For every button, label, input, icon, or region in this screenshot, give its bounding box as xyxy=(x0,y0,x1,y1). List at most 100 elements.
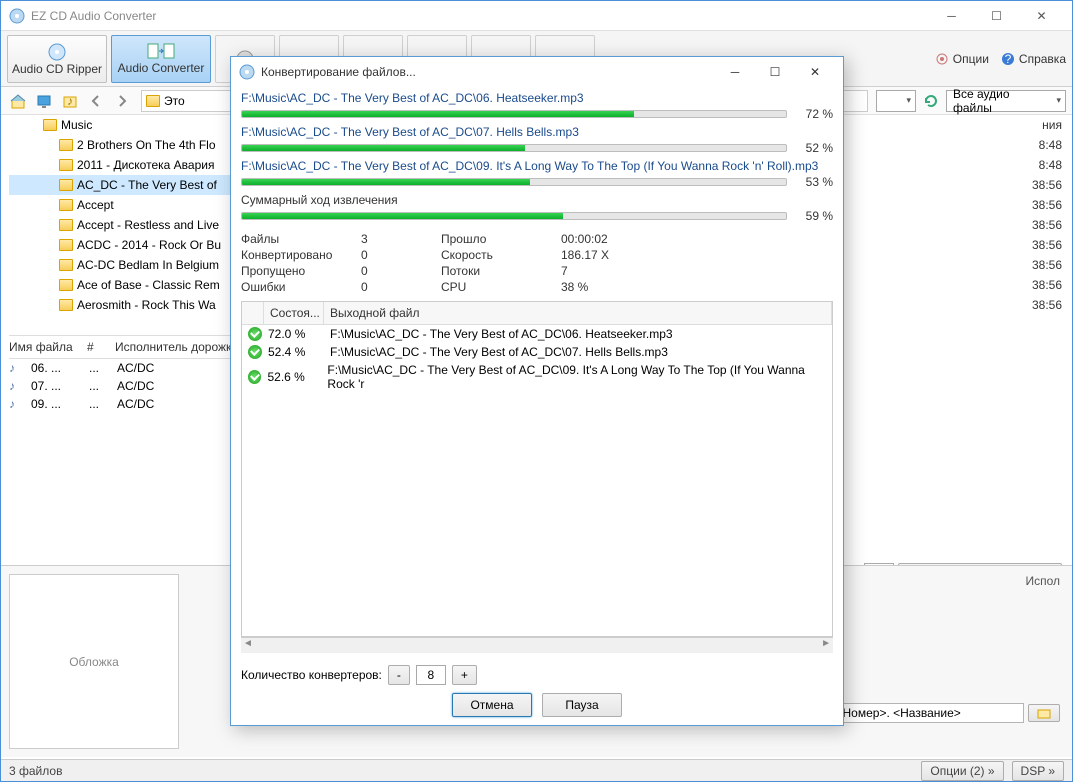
progress-percent: 53 % xyxy=(793,175,833,189)
file-row[interactable]: ♪06. ......AC/DC xyxy=(9,359,238,377)
folder-icon xyxy=(59,259,73,271)
dialog-footer: Количество конвертеров: - + Отмена Пауза xyxy=(231,657,843,725)
maximize-button[interactable]: ☐ xyxy=(974,2,1019,30)
col-num[interactable]: # xyxy=(87,340,107,354)
audio-converter-button[interactable]: Audio Converter xyxy=(111,35,211,83)
file-num: ... xyxy=(89,361,109,375)
breadcrumb-text: Это xyxy=(164,94,185,108)
disc-icon xyxy=(239,64,255,80)
cancel-button[interactable]: Отмена xyxy=(452,693,532,717)
file-name: 09. ... xyxy=(31,397,81,411)
col-artist[interactable]: Исполнитель дорожки xyxy=(115,340,238,354)
stat-label: Скорость xyxy=(441,247,561,263)
refresh-icon[interactable] xyxy=(920,90,942,112)
converter-label: Audio Converter xyxy=(118,61,205,75)
stat-value: 00:00:02 xyxy=(561,231,661,247)
conversion-dialog: Конвертирование файлов... ─ ☐ ✕ F:\Music… xyxy=(230,56,844,726)
dialog-close-button[interactable]: ✕ xyxy=(795,59,835,85)
music-folder-icon[interactable]: ♪ xyxy=(59,90,81,112)
result-row[interactable]: 52.6 % F:\Music\AC_DC - The Very Best of … xyxy=(242,361,832,393)
folder-icon xyxy=(59,279,73,291)
back-icon[interactable] xyxy=(85,90,107,112)
result-headers[interactable]: Состоя... Выходной файл xyxy=(242,302,832,325)
time-value: 38:56 xyxy=(1032,215,1062,235)
disc-icon xyxy=(47,42,67,62)
dialog-minimize-button[interactable]: ─ xyxy=(715,59,755,85)
folder-icon xyxy=(59,179,73,191)
ripper-label: Audio CD Ripper xyxy=(12,62,102,76)
desktop-icon[interactable] xyxy=(33,90,55,112)
col-state[interactable]: Состоя... xyxy=(264,302,324,324)
col-filename[interactable]: Имя файла xyxy=(9,340,79,354)
result-percent: 52.6 % xyxy=(267,370,321,384)
progress-label: Суммарный ход извлечения xyxy=(241,193,833,207)
stat-value: 0 xyxy=(361,247,441,263)
stat-value: 186.17 X xyxy=(561,247,661,263)
result-row[interactable]: 52.4 %F:\Music\AC_DC - The Very Best of … xyxy=(242,343,832,361)
home-icon[interactable] xyxy=(7,90,29,112)
view-combo[interactable] xyxy=(876,90,916,112)
help-link[interactable]: ? Справка xyxy=(1001,52,1066,66)
time-value: 38:56 xyxy=(1032,275,1062,295)
converter-count-control: Количество конвертеров: - + xyxy=(241,665,833,685)
column-headers[interactable]: Имя файла # Исполнитель дорожки xyxy=(9,335,238,359)
music-icon: ♪ xyxy=(9,379,23,393)
cover-art-box[interactable]: Обложка xyxy=(9,574,179,749)
filter-combo[interactable]: Все аудио файлы xyxy=(946,90,1066,112)
titlebar: EZ CD Audio Converter ─ ☐ ✕ xyxy=(1,1,1072,31)
file-row[interactable]: ♪07. ......AC/DC xyxy=(9,377,238,395)
folder-label: ACDC - 2014 - Rock Or Bu xyxy=(77,238,221,252)
count-input[interactable] xyxy=(416,665,446,685)
close-button[interactable]: ✕ xyxy=(1019,2,1064,30)
time-value: 8:48 xyxy=(1032,155,1062,175)
horizontal-scrollbar[interactable] xyxy=(241,637,833,653)
file-artist: AC/DC xyxy=(117,397,154,411)
count-label: Количество конвертеров: xyxy=(241,668,382,682)
progress-percent: 52 % xyxy=(793,141,833,155)
result-percent: 52.4 % xyxy=(268,345,324,359)
progress-label: F:\Music\AC_DC - The Very Best of AC_DC\… xyxy=(241,125,833,139)
music-icon: ♪ xyxy=(9,361,23,375)
dialog-titlebar: Конвертирование файлов... ─ ☐ ✕ xyxy=(231,57,843,87)
ok-icon xyxy=(248,345,262,359)
progress-bar xyxy=(241,212,787,220)
options-link[interactable]: Опции xyxy=(935,52,989,66)
progress-bar xyxy=(241,110,787,118)
stat-label: Прошло xyxy=(441,231,561,247)
help-label: Справка xyxy=(1019,52,1066,66)
progress-percent: 72 % xyxy=(793,107,833,121)
browse-button[interactable] xyxy=(1028,704,1060,722)
ok-icon xyxy=(248,327,262,341)
dsp-button[interactable]: DSP » xyxy=(1012,761,1064,781)
folder-label: Ace of Base - Classic Rem xyxy=(77,278,220,292)
time-column: ния8:488:4838:5638:5638:5638:5638:5638:5… xyxy=(1032,115,1062,315)
audio-cd-ripper-button[interactable]: Audio CD Ripper xyxy=(7,35,107,83)
minimize-button[interactable]: ─ xyxy=(929,2,974,30)
folder-label: Accept - Restless and Live xyxy=(77,218,219,232)
time-value: 38:56 xyxy=(1032,175,1062,195)
time-value: ния xyxy=(1032,115,1062,135)
folder-label: AC_DC - The Very Best of xyxy=(77,178,217,192)
forward-icon[interactable] xyxy=(111,90,133,112)
folder-label: AC-DC Bedlam In Belgium xyxy=(77,258,219,272)
increment-button[interactable]: + xyxy=(452,665,477,685)
dialog-body: F:\Music\AC_DC - The Very Best of AC_DC\… xyxy=(231,87,843,657)
artist-label: Испол xyxy=(1025,574,1060,588)
dialog-maximize-button[interactable]: ☐ xyxy=(755,59,795,85)
file-row[interactable]: ♪09. ......AC/DC xyxy=(9,395,238,413)
ok-icon xyxy=(248,370,261,384)
window-title: EZ CD Audio Converter xyxy=(31,9,929,23)
col-outfile[interactable]: Выходной файл xyxy=(324,302,832,324)
result-row[interactable]: 72.0 %F:\Music\AC_DC - The Very Best of … xyxy=(242,325,832,343)
pause-button[interactable]: Пауза xyxy=(542,693,622,717)
folder-icon xyxy=(59,139,73,151)
options-button[interactable]: Опции (2) » xyxy=(921,761,1003,781)
stat-value: 38 % xyxy=(561,279,661,295)
stat-label: Пропущено xyxy=(241,263,361,279)
decrement-button[interactable]: - xyxy=(388,665,410,685)
stat-label: Потоки xyxy=(441,263,561,279)
time-value: 38:56 xyxy=(1032,195,1062,215)
result-file: F:\Music\AC_DC - The Very Best of AC_DC\… xyxy=(327,363,826,391)
stat-value: 3 xyxy=(361,231,441,247)
result-list[interactable]: Состоя... Выходной файл 72.0 %F:\Music\A… xyxy=(241,301,833,637)
